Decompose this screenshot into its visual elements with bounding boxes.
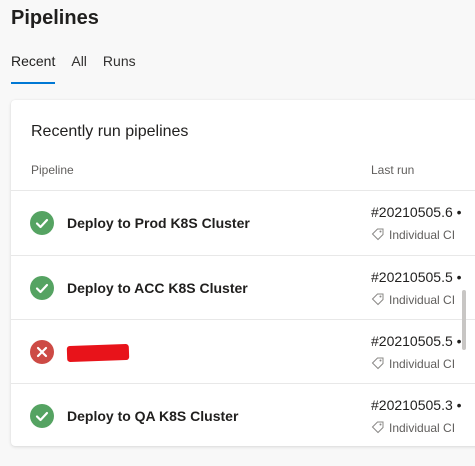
- run-trigger-label: Individual CI: [389, 228, 456, 242]
- run-number[interactable]: #20210505.6 •: [371, 203, 462, 221]
- succeeded-check-icon: [30, 211, 54, 235]
- run-trigger-label: Individual CI: [389, 357, 456, 371]
- tab-all[interactable]: All: [71, 52, 87, 84]
- run-trigger: Individual CI: [371, 420, 455, 436]
- failed-x-icon: [30, 340, 54, 364]
- run-number[interactable]: #20210505.5 •: [371, 268, 462, 286]
- run-trigger: Individual CI: [371, 356, 455, 372]
- tag-icon: [371, 293, 384, 306]
- tag-icon: [371, 421, 384, 434]
- tab-runs[interactable]: Runs: [103, 52, 136, 84]
- tag-icon: [371, 357, 384, 370]
- run-number[interactable]: #20210505.3 •: [371, 396, 462, 414]
- succeeded-check-icon: [30, 276, 54, 300]
- redacted-pipeline-name: [66, 343, 130, 363]
- run-trigger: Individual CI: [371, 227, 455, 243]
- run-number[interactable]: #20210505.5 •: [371, 332, 462, 350]
- pipeline-name[interactable]: Deploy to Prod K8S Cluster: [67, 214, 250, 232]
- pipeline-row[interactable]: Deploy to Prod K8S Cluster #20210505.6 •…: [11, 190, 475, 255]
- column-header-pipeline: Pipeline: [31, 163, 74, 177]
- page-title: Pipelines: [11, 7, 99, 29]
- pipeline-row[interactable]: Deploy to ACC K8S Cluster #20210505.5 • …: [11, 255, 475, 320]
- pipeline-name[interactable]: Deploy to ACC K8S Cluster: [67, 279, 248, 297]
- pivot-tabs: Recent All Runs: [11, 52, 152, 84]
- pipeline-name[interactable]: Deploy to QA K8S Cluster: [67, 407, 238, 425]
- tab-recent[interactable]: Recent: [11, 52, 56, 84]
- tag-icon: [371, 228, 384, 241]
- card-title: Recently run pipelines: [31, 123, 189, 140]
- succeeded-check-icon: [30, 404, 54, 428]
- scrollbar[interactable]: [462, 290, 466, 350]
- pipeline-row[interactable]: #20210505.5 • Individual CI: [11, 319, 475, 384]
- run-trigger: Individual CI: [371, 292, 455, 308]
- run-trigger-label: Individual CI: [389, 421, 456, 435]
- run-trigger-label: Individual CI: [389, 293, 456, 307]
- recent-pipelines-card: Recently run pipelines Pipeline Last run…: [11, 100, 475, 446]
- pipeline-row[interactable]: Deploy to QA K8S Cluster #20210505.3 • I…: [11, 383, 475, 448]
- column-header-last-run: Last run: [371, 163, 415, 177]
